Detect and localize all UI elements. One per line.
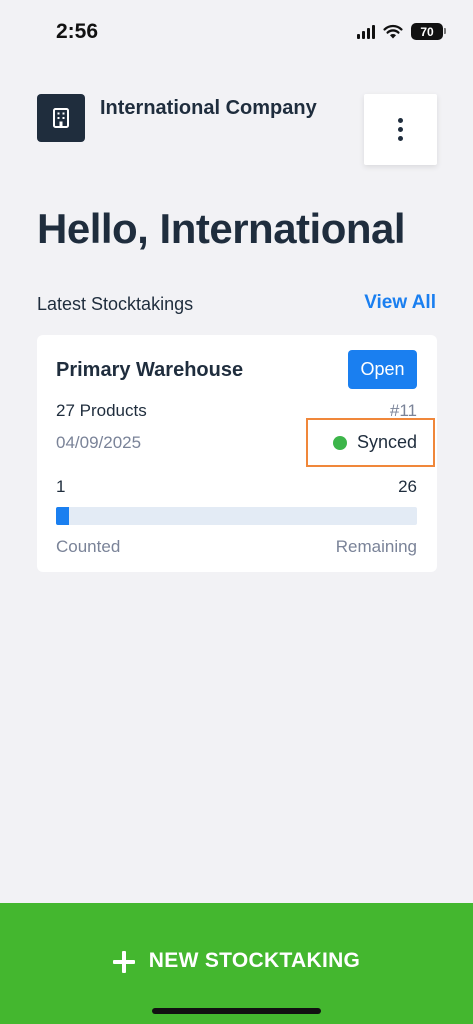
remaining-label: Remaining [335,537,417,556]
open-status-button[interactable]: Open [348,350,417,389]
more-vertical-icon-dot [398,118,403,123]
company-logo [37,94,85,142]
app-screen: 2:56 70 International Company Hello, Int… [0,0,473,1024]
battery-level: 70 [420,24,434,39]
stocktaking-card[interactable]: Primary Warehouse Open 27 Products #11 0… [37,335,437,572]
view-all-link[interactable]: View All [364,292,436,314]
sync-dot-icon [332,435,347,450]
status-bar: 2:56 70 [0,0,473,60]
plus-icon [112,951,135,973]
more-vertical-icon-dot [398,127,403,132]
wifi-icon [383,24,403,39]
home-indicator [152,1008,321,1014]
company-name: International Company [100,97,317,119]
greeting-prefix: Hello, [37,205,160,252]
progress-bar [56,507,417,525]
product-count: 27 Products [56,401,147,420]
battery-icon: 70 [411,23,446,40]
new-stocktaking-button[interactable]: NEW STOCKTAKING [0,903,473,1024]
new-stocktaking-label: NEW STOCKTAKING [148,949,361,972]
stocktaking-date: 04/09/2025 [56,433,142,452]
warehouse-title: Primary Warehouse [56,359,244,381]
sync-status-badge: Synced [306,418,435,467]
section-title: Latest Stocktakings [37,294,194,314]
status-icons: 70 [357,23,446,40]
sync-status-label: Synced [356,432,417,452]
more-vertical-icon-dot [398,136,403,141]
counted-label: Counted [56,537,121,556]
greeting-name: International [159,205,406,252]
remaining-value: 26 [398,477,417,496]
more-options-button[interactable] [364,94,437,165]
greeting-heading: Hello, International [37,205,406,253]
counted-value: 1 [56,477,66,496]
status-time: 2:56 [56,20,99,43]
building-icon [53,108,69,128]
cellular-signal-icon [357,24,375,39]
progress-bar-fill [56,507,70,525]
